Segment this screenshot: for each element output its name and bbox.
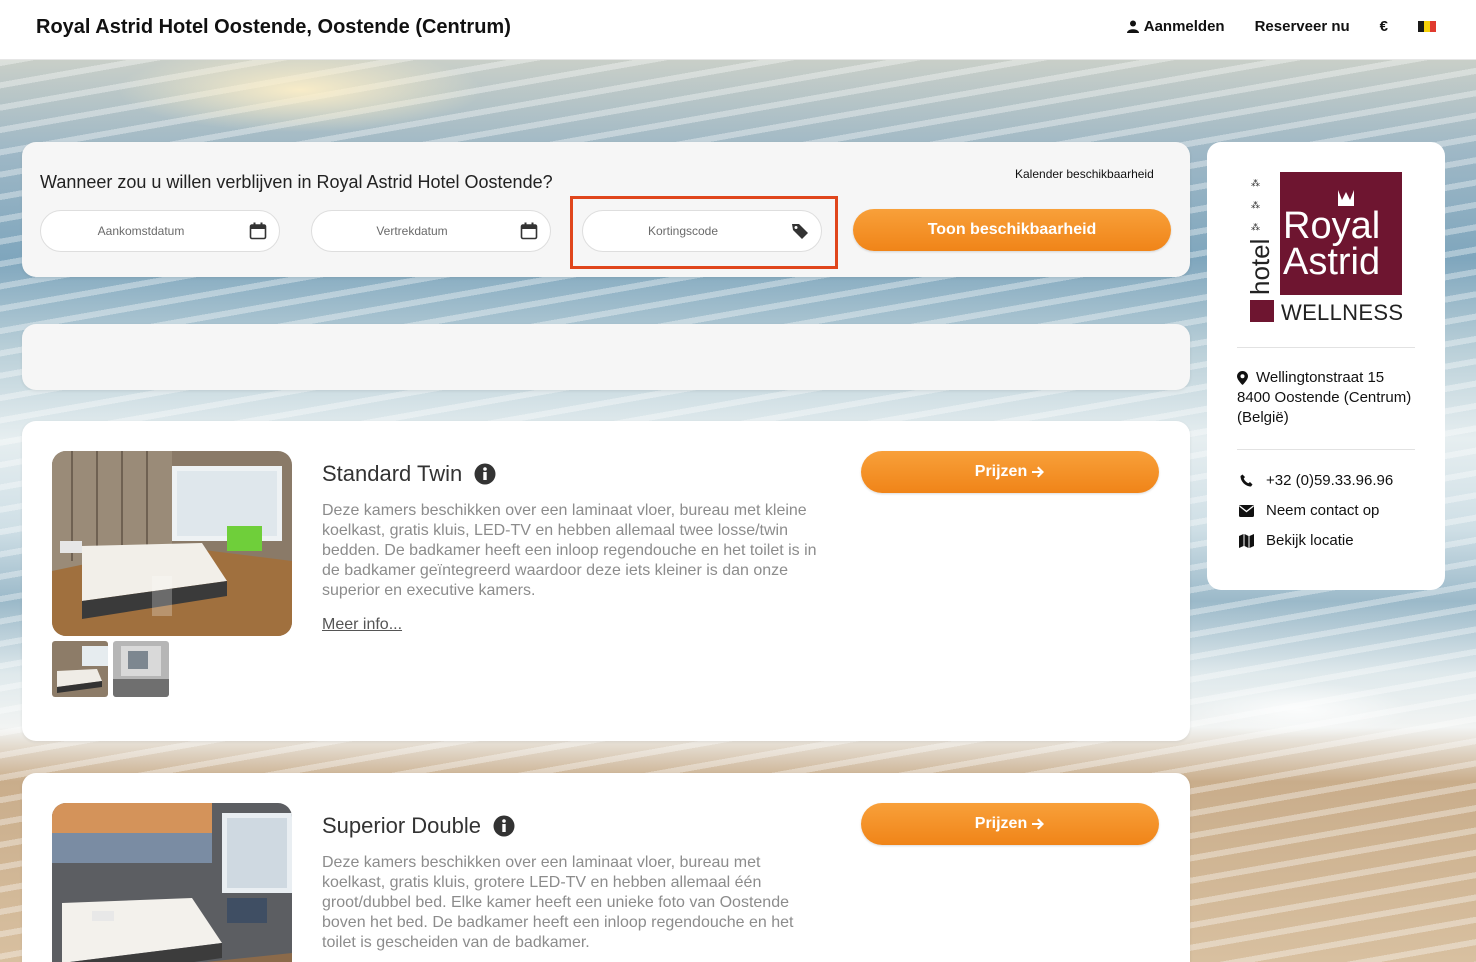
top-nav: Aanmelden Reserveer nu € xyxy=(1126,18,1436,35)
currency-label: € xyxy=(1379,18,1388,35)
address-line1: Wellingtonstraat 15 xyxy=(1256,369,1385,386)
top-bar: Royal Astrid Hotel Oostende, Oostende (C… xyxy=(0,0,1476,60)
info-icon[interactable] xyxy=(474,463,496,485)
room-name: Superior Double xyxy=(322,813,515,839)
info-icon[interactable] xyxy=(493,815,515,837)
user-icon xyxy=(1126,20,1139,33)
info-panel xyxy=(22,324,1190,390)
departure-date-field[interactable] xyxy=(311,210,551,252)
prices-button[interactable]: Prijzen xyxy=(861,803,1159,845)
hotel-address: Wellingtonstraat 15 8400 Oostende (Centr… xyxy=(1237,368,1411,428)
book-now-link[interactable]: Reserveer nu xyxy=(1255,18,1350,35)
logo-word-wellness: WELLNESS xyxy=(1281,300,1403,325)
room-thumbnail[interactable] xyxy=(113,641,169,697)
logo-word-astrid: Astrid xyxy=(1283,241,1380,283)
contact-link[interactable]: Neem contact op xyxy=(1239,502,1379,519)
login-label: Aanmelden xyxy=(1143,18,1225,35)
address-line3: (België) xyxy=(1237,409,1289,426)
room-name-text: Standard Twin xyxy=(322,461,463,486)
map-icon xyxy=(1239,533,1254,548)
room-name: Standard Twin xyxy=(322,461,496,487)
book-now-label: Reserveer nu xyxy=(1254,18,1350,35)
arrow-right-icon xyxy=(1032,466,1045,478)
divider xyxy=(1237,449,1415,450)
prices-button[interactable]: Prijzen xyxy=(861,451,1159,493)
currency-selector[interactable]: € xyxy=(1380,18,1388,35)
prices-label: Prijzen xyxy=(974,815,1028,832)
more-info-link[interactable]: Meer info... xyxy=(322,616,402,634)
search-question: Wanneer zou u willen verblijven in Royal… xyxy=(40,172,553,192)
login-link[interactable]: Aanmelden xyxy=(1126,18,1225,35)
hotel-logo: hotel ⁂ ⁂ ⁂ Royal Astrid WELLNESS xyxy=(1245,170,1407,325)
calendar-icon xyxy=(520,222,538,240)
prices-label: Prijzen xyxy=(974,463,1028,480)
envelope-icon xyxy=(1239,504,1254,517)
address-line2: 8400 Oostende (Centrum) xyxy=(1237,389,1412,406)
contact-label: Neem contact op xyxy=(1266,502,1380,519)
room-photo[interactable] xyxy=(52,803,292,962)
divider xyxy=(1237,347,1415,348)
site-title: Royal Astrid Hotel Oostende, Oostende (C… xyxy=(36,16,511,38)
logo-word-hotel: hotel xyxy=(1247,239,1275,295)
belgium-flag-icon xyxy=(1418,21,1436,32)
phone-number: +32 (0)59.33.96.96 xyxy=(1266,472,1394,489)
departure-date-input[interactable] xyxy=(312,211,512,251)
language-selector[interactable] xyxy=(1418,21,1436,32)
room-name-text: Superior Double xyxy=(322,813,481,838)
svg-text:⁂: ⁂ xyxy=(1251,222,1260,232)
arrival-date-field[interactable] xyxy=(40,210,280,252)
calendar-availability-link[interactable]: Kalender beschikbaarheid xyxy=(1015,167,1154,181)
room-card: Superior Double Deze kamers beschikken o… xyxy=(22,773,1190,962)
view-location-link[interactable]: Bekijk locatie xyxy=(1239,532,1354,549)
svg-text:⁂: ⁂ xyxy=(1251,200,1260,210)
arrow-right-icon xyxy=(1032,818,1045,830)
show-availability-button[interactable]: Toon beschikbaarheid xyxy=(853,209,1171,251)
phone-icon xyxy=(1240,474,1253,487)
map-marker-icon xyxy=(1237,371,1248,385)
hotel-info-sidebar: hotel ⁂ ⁂ ⁂ Royal Astrid WELLNESS Wellingt… xyxy=(1207,142,1445,590)
room-description: Deze kamers beschikken over een laminaat… xyxy=(322,854,794,951)
room-description: Deze kamers beschikken over een laminaat… xyxy=(322,502,817,599)
room-thumbnail[interactable] xyxy=(52,641,108,697)
phone-link[interactable]: +32 (0)59.33.96.96 xyxy=(1239,472,1393,489)
calendar-icon xyxy=(249,222,267,240)
view-location-label: Bekijk locatie xyxy=(1266,532,1354,549)
promo-code-highlight-box xyxy=(570,196,838,269)
svg-text:⁂: ⁂ xyxy=(1251,178,1260,188)
room-photo[interactable] xyxy=(52,451,292,636)
search-panel: Wanneer zou u willen verblijven in Royal… xyxy=(22,142,1190,277)
room-card: Standard Twin Deze kamers beschikken ove… xyxy=(22,421,1190,741)
arrival-date-input[interactable] xyxy=(41,211,241,251)
